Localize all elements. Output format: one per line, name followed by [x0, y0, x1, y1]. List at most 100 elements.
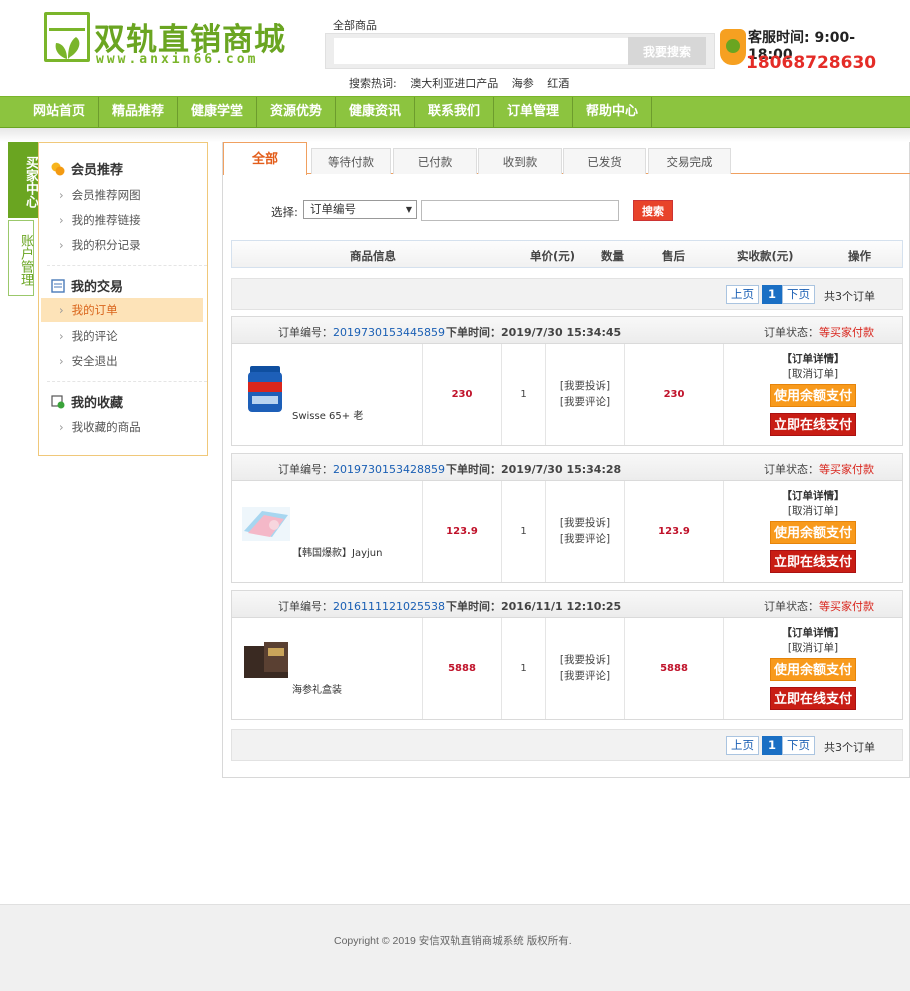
sidebar-group-title: 我的收藏 — [51, 392, 123, 411]
product-image[interactable] — [242, 364, 288, 416]
order-detail-link[interactable]: 【订单详情】 — [724, 352, 902, 367]
complain-link[interactable]: [我要投诉] — [546, 652, 624, 668]
col-unit-price: 单价(元) — [530, 249, 576, 263]
tab-all[interactable]: 全部 — [223, 142, 307, 175]
product-name[interactable]: 海参礼盒装 — [292, 681, 342, 696]
after-sale-cell: [我要投诉] [我要评论] — [546, 344, 625, 445]
tab-shipped[interactable]: 已发货 — [563, 148, 646, 174]
logo-url: www.anxin66.com — [96, 52, 259, 67]
nav-item-advantages[interactable]: 资源优势 — [257, 97, 336, 127]
hot-word-link[interactable]: 红酒 — [547, 77, 569, 90]
comment-link[interactable]: [我要评论] — [546, 531, 624, 547]
favorite-icon — [51, 395, 65, 409]
sidebar-item-logout[interactable]: 安全退出 — [59, 353, 118, 369]
divider — [47, 265, 207, 266]
tab-paid[interactable]: 已付款 — [393, 148, 477, 174]
page-number[interactable]: 1 — [762, 736, 783, 755]
next-page-button[interactable]: 下页 — [782, 736, 815, 755]
pay-with-balance-button[interactable]: 使用余额支付 — [770, 521, 856, 544]
search-category[interactable]: 全部商品 — [333, 17, 377, 33]
order-card: 订单编号：2019730153428859 下单时间：2019/7/30 15:… — [231, 453, 903, 583]
col-product: 商品信息 — [350, 249, 396, 263]
page-number[interactable]: 1 — [762, 285, 783, 304]
unit-price: 230 — [423, 344, 502, 445]
sidebar-item-points[interactable]: 我的积分记录 — [59, 237, 141, 253]
filter-select[interactable]: 订单编号 — [303, 200, 417, 219]
unit-price: 5888 — [423, 618, 502, 719]
coins-icon — [51, 162, 65, 176]
sidebar-item-favorites[interactable]: 我收藏的商品 — [59, 419, 141, 435]
customer-service: 客服时间: 9:00-18:00 18068728630 — [720, 26, 886, 73]
unit-price: 123.9 — [423, 481, 502, 582]
filter-input[interactable] — [421, 200, 619, 221]
cancel-order-link[interactable]: [取消订单] — [724, 641, 902, 656]
search-input[interactable] — [334, 38, 634, 64]
hot-search-label: 搜索热词: — [349, 77, 397, 90]
tab-account-management[interactable]: 账户管理 — [8, 220, 34, 296]
paid-amount: 230 — [625, 344, 724, 445]
sidebar-item-referral-chart[interactable]: 会员推荐网图 — [59, 187, 141, 203]
nav-item-contact[interactable]: 联系我们 — [415, 97, 494, 127]
order-status: 等买家付款 — [819, 600, 874, 613]
orders-table-header: 商品信息 单价(元) 数量 售后 实收款(元) 操作 — [231, 240, 903, 268]
pay-with-balance-button[interactable]: 使用余额支付 — [770, 658, 856, 681]
comment-link[interactable]: [我要评论] — [546, 668, 624, 684]
product-name[interactable]: 【韩国爆款】Jayjun — [292, 544, 382, 559]
cancel-order-link[interactable]: [取消订单] — [724, 504, 902, 519]
order-card: 订单编号：2019730153445859 下单时间：2019/7/30 15:… — [231, 316, 903, 446]
search-button[interactable]: 我要搜索 — [628, 37, 706, 65]
pager-bottom: 上页 1 下页 共3个订单 — [231, 729, 903, 761]
tab-completed[interactable]: 交易完成 — [648, 148, 731, 174]
pay-online-button[interactable]: 立即在线支付 — [770, 550, 856, 573]
nav-item-featured[interactable]: 精品推荐 — [99, 97, 178, 127]
nav-item-home[interactable]: 网站首页 — [20, 97, 99, 127]
sidebar-item-referral-link[interactable]: 我的推荐链接 — [59, 212, 141, 228]
col-operations: 操作 — [848, 249, 871, 263]
pay-online-button[interactable]: 立即在线支付 — [770, 687, 856, 710]
nav-item-orders[interactable]: 订单管理 — [494, 97, 573, 127]
operations-cell: 【订单详情】 [取消订单] 使用余额支付 立即在线支付 — [724, 481, 902, 582]
product-image[interactable] — [242, 501, 290, 553]
tab-awaiting-payment[interactable]: 等待付款 — [311, 148, 391, 174]
complain-link[interactable]: [我要投诉] — [546, 515, 624, 531]
hot-word-link[interactable]: 澳大利亚进口产品 — [410, 77, 498, 90]
filter-search-button[interactable]: 搜索 — [633, 200, 673, 221]
site-logo[interactable]: 双轨直销商城 www.anxin66.com — [44, 12, 314, 68]
list-icon — [51, 279, 65, 293]
sidebar-group-title: 会员推荐 — [51, 159, 123, 178]
tab-received-payment[interactable]: 收到款 — [478, 148, 562, 174]
next-page-button[interactable]: 下页 — [782, 285, 815, 304]
nav-item-health-news[interactable]: 健康资讯 — [336, 97, 415, 127]
hot-word-link[interactable]: 海参 — [512, 77, 534, 90]
operations-cell: 【订单详情】 [取消订单] 使用余额支付 立即在线支付 — [724, 618, 902, 719]
tab-buyer-center[interactable]: 买家中心 — [8, 142, 38, 218]
cancel-order-link[interactable]: [取消订单] — [724, 367, 902, 382]
logo-mark — [44, 12, 90, 62]
sidebar-item-my-comments[interactable]: 我的评论 — [59, 328, 118, 344]
complain-link[interactable]: [我要投诉] — [546, 378, 624, 394]
product-cell: Swisse 65+ 老 — [232, 344, 423, 445]
prev-page-button[interactable]: 上页 — [726, 736, 759, 755]
product-image[interactable] — [242, 638, 288, 690]
side-tabs: 买家中心 账户管理 — [8, 142, 38, 296]
pay-with-balance-button[interactable]: 使用余额支付 — [770, 384, 856, 407]
order-number-link[interactable]: 2019730153445859 — [333, 326, 445, 339]
order-detail-link[interactable]: 【订单详情】 — [724, 626, 902, 641]
product-name[interactable]: Swisse 65+ 老 — [292, 407, 363, 422]
order-detail-link[interactable]: 【订单详情】 — [724, 489, 902, 504]
pay-online-button[interactable]: 立即在线支付 — [770, 413, 856, 436]
nav-item-help[interactable]: 帮助中心 — [573, 97, 652, 127]
order-number-link[interactable]: 2016111121025538 — [333, 600, 445, 613]
product-cell: 海参礼盒装 — [232, 618, 423, 719]
quantity: 1 — [502, 481, 546, 582]
prev-page-button[interactable]: 上页 — [726, 285, 759, 304]
search-bar: 我要搜索 — [325, 33, 715, 69]
service-phone: 18068728630 — [746, 53, 877, 73]
copyright: Copyright © 2019 安信双轨直销商城系统 版权所有. — [334, 935, 572, 947]
main-nav: 网站首页 精品推荐 健康学堂 资源优势 健康资讯 联系我们 订单管理 帮助中心 — [0, 96, 910, 128]
order-number-link[interactable]: 2019730153428859 — [333, 463, 445, 476]
comment-link[interactable]: [我要评论] — [546, 394, 624, 410]
nav-item-health-school[interactable]: 健康学堂 — [178, 97, 257, 127]
order-status: 等买家付款 — [819, 463, 874, 476]
sidebar-item-my-orders[interactable]: 我的订单 — [41, 298, 203, 322]
